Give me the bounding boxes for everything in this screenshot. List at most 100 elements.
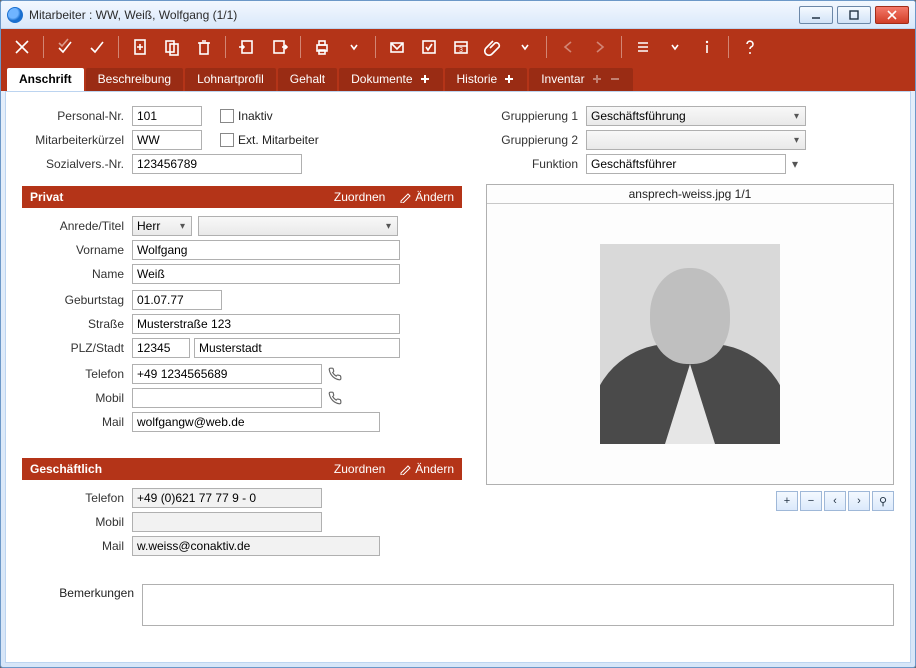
phone-icon[interactable] [326, 389, 344, 407]
name-label: Name [22, 267, 132, 281]
help-button[interactable] [735, 32, 765, 62]
plz-field[interactable] [132, 338, 190, 358]
inaktiv-checkbox[interactable] [220, 109, 234, 123]
plus-icon [591, 73, 603, 85]
remarks-label: Bemerkungen [22, 584, 142, 626]
toolbar: 3 [1, 29, 915, 65]
image-remove-button[interactable]: − [800, 491, 822, 511]
list-dropdown-button[interactable] [660, 32, 690, 62]
attach-button[interactable] [478, 32, 508, 62]
image-add-button[interactable]: + [776, 491, 798, 511]
geburtstag-label: Geburtstag [22, 293, 132, 307]
gesch-tel-label: Telefon [22, 491, 132, 505]
calendar-button[interactable]: 3 [446, 32, 476, 62]
privat-tel-label: Telefon [22, 367, 132, 381]
vorname-field[interactable] [132, 240, 400, 260]
funktion-field[interactable] [586, 154, 786, 174]
print-dropdown-button[interactable] [339, 32, 369, 62]
tab-gehalt[interactable]: Gehalt [278, 68, 337, 91]
task-button[interactable] [414, 32, 444, 62]
export-button[interactable] [264, 32, 294, 62]
ext-mitarbeiter-checkbox[interactable] [220, 133, 234, 147]
tab-beschreibung[interactable]: Beschreibung [86, 68, 183, 91]
next-record-button[interactable] [585, 32, 615, 62]
new-record-button[interactable] [125, 32, 155, 62]
save-button[interactable] [82, 32, 112, 62]
privat-mobil-field[interactable] [132, 388, 322, 408]
privat-aendern-button[interactable]: Ändern [399, 190, 454, 204]
delete-record-button[interactable] [189, 32, 219, 62]
anrede-label: Anrede/Titel [22, 219, 132, 233]
section-privat-title: Privat [30, 190, 63, 204]
image-prev-button[interactable]: ‹ [824, 491, 846, 511]
tab-inventar[interactable]: Inventar [529, 68, 632, 91]
ext-mitarbeiter-label: Ext. Mitarbeiter [238, 133, 319, 147]
prev-record-button[interactable] [553, 32, 583, 62]
grp1-combo[interactable]: Geschäftsführung▾ [586, 106, 806, 126]
form-content: Personal-Nr. Inaktiv Mitarbeiterkürzel E… [5, 91, 911, 663]
strasse-label: Straße [22, 317, 132, 331]
image-controls: + − ‹ › ⚲ [486, 491, 894, 511]
grp2-label: Gruppierung 2 [486, 133, 586, 147]
plus-icon [503, 73, 515, 85]
tab-anschrift[interactable]: Anschrift [7, 68, 84, 91]
privat-tel-field[interactable] [132, 364, 322, 384]
tab-historie[interactable]: Historie [445, 68, 528, 91]
tab-dokumente[interactable]: Dokumente [339, 68, 442, 91]
tabbar: Anschrift Beschreibung Lohnartprofil Geh… [1, 65, 915, 91]
phone-icon[interactable] [326, 365, 344, 383]
personal-nr-field[interactable] [132, 106, 202, 126]
grp2-combo[interactable]: ▾ [586, 130, 806, 150]
info-button[interactable] [692, 32, 722, 62]
import-button[interactable] [232, 32, 262, 62]
kuerzel-field[interactable] [132, 130, 202, 150]
gesch-tel-field[interactable] [132, 488, 322, 508]
stadt-field[interactable] [194, 338, 400, 358]
window-minimize-button[interactable] [799, 6, 833, 24]
kuerzel-label: Mitarbeiterkürzel [22, 133, 132, 147]
mail-button[interactable] [382, 32, 412, 62]
attach-dropdown-button[interactable] [510, 32, 540, 62]
window-maximize-button[interactable] [837, 6, 871, 24]
privat-zuordnen-button[interactable]: Zuordnen [334, 190, 385, 204]
gesch-mobil-field[interactable] [132, 512, 322, 532]
tab-lohnartprofil[interactable]: Lohnartprofil [185, 68, 276, 91]
image-next-button[interactable]: › [848, 491, 870, 511]
chevron-down-icon: ▾ [790, 111, 803, 122]
gesch-aendern-button[interactable]: Ändern [399, 462, 454, 476]
window-close-button[interactable] [875, 6, 909, 24]
minus-icon [609, 73, 621, 85]
chevron-down-icon: ▾ [790, 135, 803, 146]
section-privat: Privat Zuordnen Ändern Anrede/Titel Herr… [22, 186, 462, 446]
chevron-down-icon[interactable]: ▾ [786, 157, 798, 171]
pencil-icon [399, 191, 411, 203]
privat-mail-field[interactable] [132, 412, 380, 432]
strasse-field[interactable] [132, 314, 400, 334]
remarks-field[interactable] [142, 584, 894, 626]
anrede-combo[interactable]: Herr▾ [132, 216, 192, 236]
save-all-button[interactable] [50, 32, 80, 62]
pencil-icon [399, 463, 411, 475]
titlebar: Mitarbeiter : WW, Weiß, Wolfgang (1/1) [1, 1, 915, 29]
section-geschaeftlich-title: Geschäftlich [30, 462, 102, 476]
print-button[interactable] [307, 32, 337, 62]
app-window: Mitarbeiter : WW, Weiß, Wolfgang (1/1) [0, 0, 916, 668]
chevron-down-icon: ▾ [176, 221, 189, 232]
titel-combo[interactable]: ▾ [198, 216, 398, 236]
cancel-button[interactable] [7, 32, 37, 62]
chevron-down-icon: ▾ [382, 221, 395, 232]
gesch-zuordnen-button[interactable]: Zuordnen [334, 462, 385, 476]
image-zoom-button[interactable]: ⚲ [872, 491, 894, 511]
gesch-mobil-label: Mobil [22, 515, 132, 529]
geburtstag-field[interactable] [132, 290, 222, 310]
sv-field[interactable] [132, 154, 302, 174]
privat-mobil-label: Mobil [22, 391, 132, 405]
name-field[interactable] [132, 264, 400, 284]
employee-photo [600, 244, 780, 444]
vorname-label: Vorname [22, 243, 132, 257]
gesch-mail-field[interactable] [132, 536, 380, 556]
copy-record-button[interactable] [157, 32, 187, 62]
plz-label: PLZ/Stadt [22, 341, 132, 355]
list-view-button[interactable] [628, 32, 658, 62]
plus-icon [419, 73, 431, 85]
